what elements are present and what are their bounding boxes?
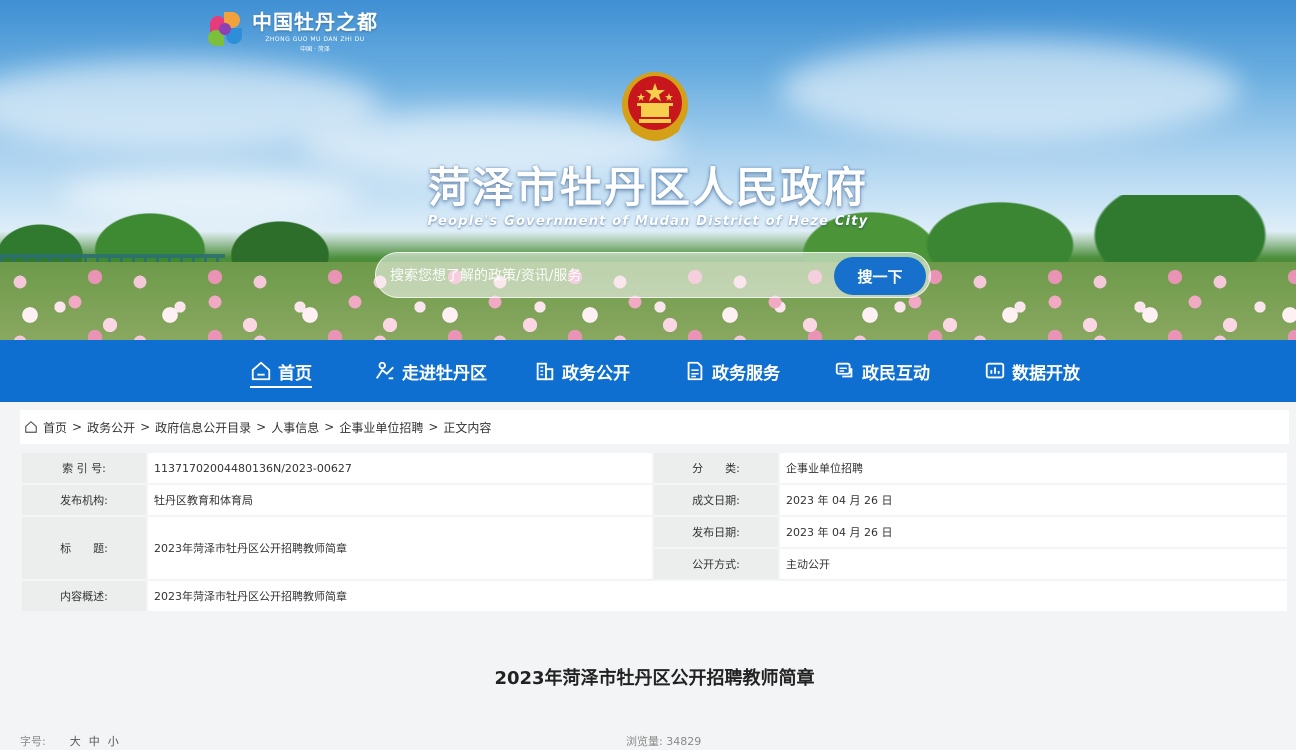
nav-item-label: 政务公开 — [562, 363, 630, 384]
nav-item-label: 政务服务 — [712, 363, 780, 384]
nav-item-open-data[interactable]: 数据开放 — [984, 340, 1080, 402]
nav-item-label: 数据开放 — [1012, 363, 1080, 384]
nav-item-label: 首页 — [278, 363, 312, 384]
breadcrumb-link[interactable]: 政务公开 — [87, 419, 135, 436]
nav-item-gov-services[interactable]: 政务服务 — [684, 340, 780, 402]
open-mode-value: 主动公开 — [780, 549, 1287, 579]
written-date-value: 2023 年 04 月 26 日 — [780, 485, 1287, 515]
nav-item-gov-affairs[interactable]: 政务公开 — [534, 340, 630, 402]
table-row: 标 题: 2023年菏泽市牡丹区公开招聘教师简章 发布日期: 2023 年 04… — [22, 517, 1287, 579]
logo-title: 中国牡丹之都 — [252, 10, 378, 34]
breadcrumb-separator: > — [324, 420, 335, 434]
cloud-decoration — [780, 40, 1240, 140]
city-logo[interactable]: 中国牡丹之都 ZHONG GUO MU DAN ZHI DU 中国 · 菏泽 — [206, 6, 378, 53]
summary-value: 2023年菏泽市牡丹区公开招聘教师简章 — [148, 581, 1287, 611]
summary-label: 内容概述: — [22, 581, 146, 611]
index-value: 11371702004480136N/2023-00627 — [148, 453, 652, 483]
main-nav: 首页 走进牡丹区 政务公开 政务服务 政民互动 数据开放 — [0, 340, 1296, 402]
breadcrumb-separator: > — [256, 420, 267, 434]
table-row: 内容概述: 2023年菏泽市牡丹区公开招聘教师简章 — [22, 581, 1287, 611]
breadcrumb-current: 正文内容 — [443, 420, 492, 435]
font-size-label: 字号: — [20, 735, 46, 748]
home-icon — [251, 361, 271, 381]
breadcrumb-separator: > — [72, 420, 83, 434]
logo-caption: 中国 · 菏泽 — [300, 46, 330, 53]
publisher-label: 发布机构: — [22, 485, 146, 515]
font-size-controls: 字号: 大 中 小 — [20, 733, 119, 749]
search-button[interactable]: 搜一下 — [834, 257, 926, 295]
chat-icon — [835, 362, 853, 378]
home-icon — [25, 421, 37, 433]
nav-item-label: 政民互动 — [862, 363, 930, 384]
publish-date-value: 2023 年 04 月 26 日 — [780, 517, 1287, 547]
publish-date-label: 发布日期: — [654, 517, 778, 547]
open-mode-label: 公开方式: — [654, 549, 778, 579]
publisher-value: 牡丹区教育和体育局 — [148, 485, 652, 515]
breadcrumb-link[interactable]: 政府信息公开目录 — [155, 419, 251, 436]
site-subtitle: People's Government of Mudan District of… — [427, 214, 869, 229]
document-info-table: 索 引 号: 11371702004480136N/2023-00627 分 类… — [20, 451, 1289, 613]
nav-item-home[interactable]: 首页 — [250, 340, 312, 402]
views-value: 34829 — [666, 735, 702, 748]
breadcrumb-link[interactable]: 人事信息 — [271, 419, 319, 436]
breadcrumb: 首页 > 政务公开 > 政府信息公开目录 > 人事信息 > 企事业单位招聘 > … — [20, 410, 1289, 444]
logo-subtitle: ZHONG GUO MU DAN ZHI DU — [265, 36, 365, 43]
article-title: 2023年菏泽市牡丹区公开招聘教师简章 — [494, 668, 815, 689]
nav-item-intro[interactable]: 走进牡丹区 — [374, 340, 487, 402]
category-label: 分 类: — [654, 453, 778, 483]
font-size-small-button[interactable]: 小 — [108, 733, 119, 749]
title-value: 2023年菏泽市牡丹区公开招聘教师简章 — [148, 517, 652, 579]
site-title: 菏泽市牡丹区人民政府 — [427, 163, 868, 212]
view-count: 浏览量: 34829 — [626, 733, 701, 749]
font-size-large-button[interactable]: 大 — [70, 733, 81, 749]
header-banner: 中国牡丹之都 ZHONG GUO MU DAN ZHI DU 中国 · 菏泽 菏… — [0, 0, 1296, 340]
national-emblem-icon — [622, 72, 688, 141]
breadcrumb-separator: > — [428, 420, 439, 434]
font-size-medium-button[interactable]: 中 — [89, 733, 100, 749]
nav-item-interaction[interactable]: 政民互动 — [834, 340, 930, 402]
breadcrumb-separator: > — [140, 420, 151, 434]
index-label: 索 引 号: — [22, 453, 146, 483]
category-value: 企事业单位招聘 — [780, 453, 1287, 483]
table-row: 索 引 号: 11371702004480136N/2023-00627 分 类… — [22, 453, 1287, 483]
document-icon — [687, 361, 703, 381]
peony-logo-icon — [206, 10, 246, 50]
building-icon — [536, 362, 554, 381]
intro-icon — [375, 361, 394, 380]
breadcrumb-link[interactable]: 企事业单位招聘 — [339, 419, 423, 436]
search-input[interactable] — [390, 263, 830, 289]
nav-item-label: 走进牡丹区 — [402, 363, 487, 384]
chart-icon — [985, 362, 1005, 379]
breadcrumb-link[interactable]: 首页 — [43, 419, 67, 436]
table-row: 发布机构: 牡丹区教育和体育局 成文日期: 2023 年 04 月 26 日 — [22, 485, 1287, 515]
views-label: 浏览量: — [626, 735, 663, 748]
title-label: 标 题: — [22, 517, 146, 579]
written-date-label: 成文日期: — [654, 485, 778, 515]
search-bar: 搜一下 — [375, 252, 931, 298]
